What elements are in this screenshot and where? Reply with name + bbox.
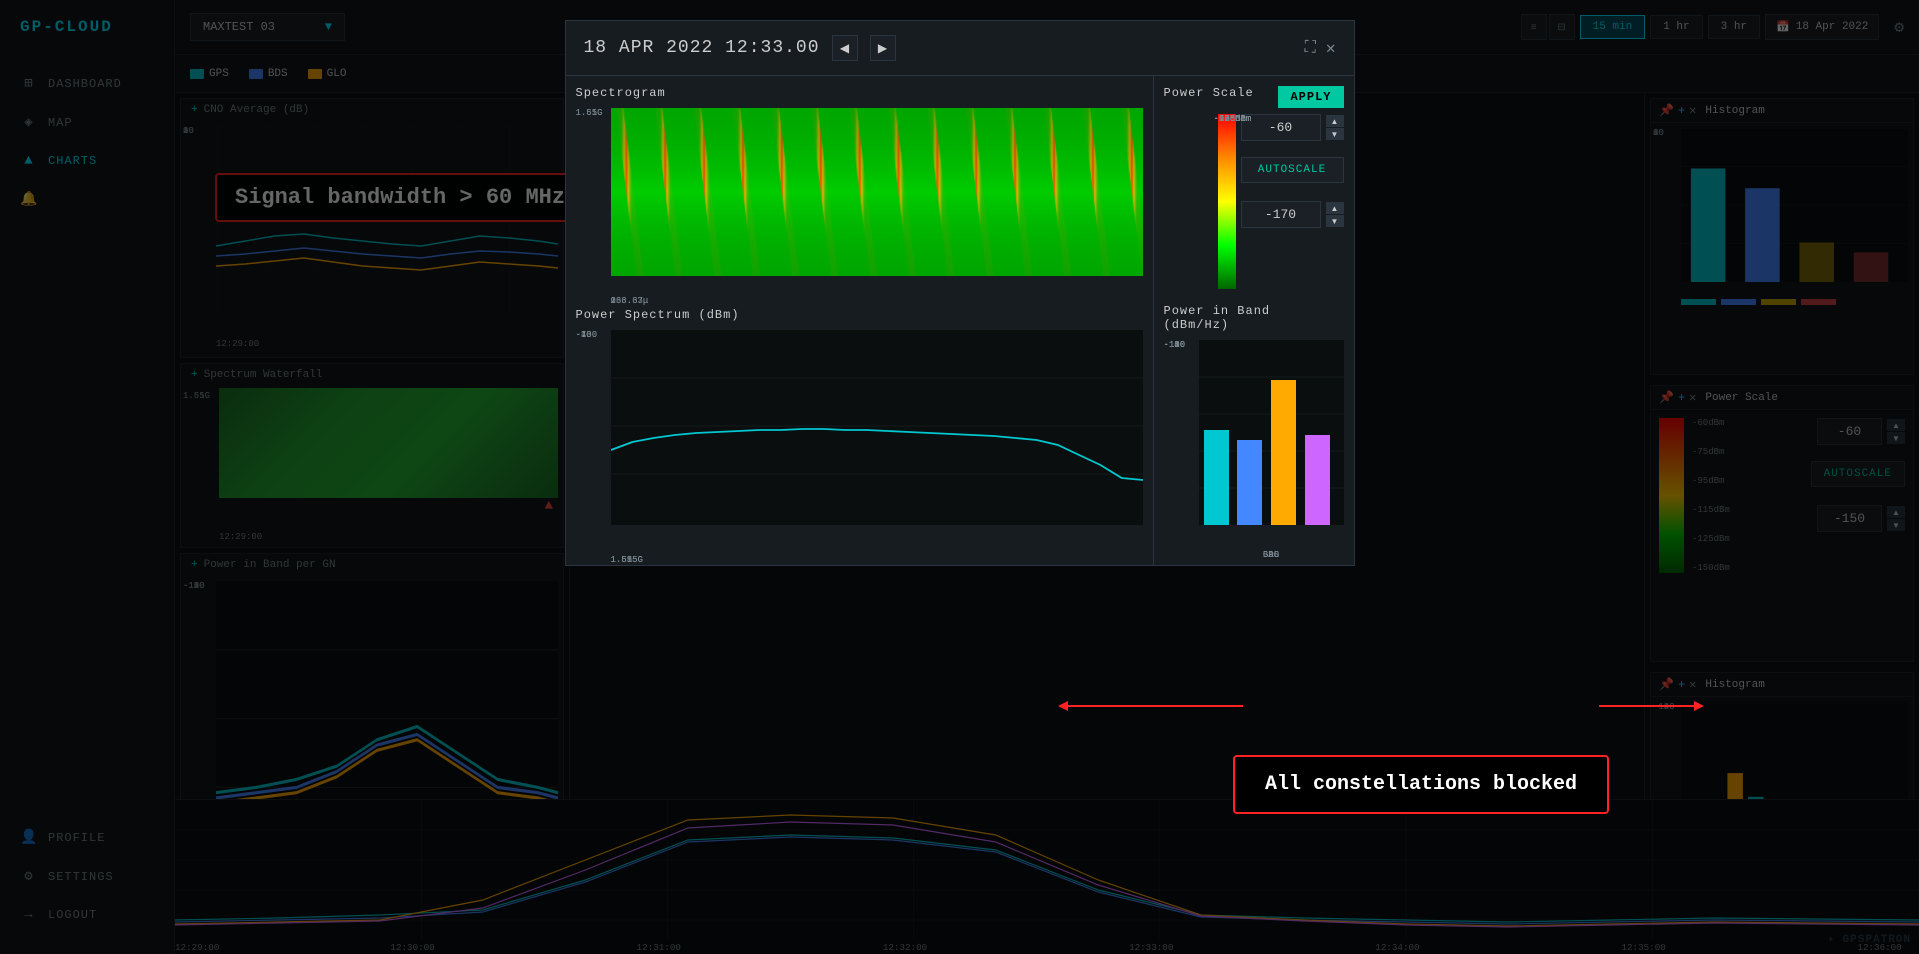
constellations-annotation: All constellations blocked — [1233, 755, 1609, 814]
power-in-band-section: Power in Band (dBm/Hz) -100 -110 -120 -1… — [1164, 304, 1344, 550]
modal-prev-btn[interactable]: ◀ — [832, 35, 858, 61]
constellations-box: All constellations blocked — [1233, 755, 1609, 814]
modal-lower-scale-row: ▲ ▼ — [1241, 201, 1344, 228]
pib-y-150: -150 — [1164, 340, 1186, 350]
modal-upper-scale-input[interactable] — [1241, 114, 1321, 141]
power-spectrum-container: -40 -70 -100 -130 — [576, 330, 1143, 555]
modal-header: 18 APR 2022 12:33.00 ◀ ▶ ⛶ ✕ — [566, 21, 1354, 76]
modal-power-scale-title: Power Scale — [1164, 86, 1254, 100]
pib-x-gal: GAL — [1263, 550, 1279, 560]
power-spectrum-chart — [611, 330, 1143, 525]
spectrogram-container: 1.61G 1.55G 0 133.33μ 266.67μ — [576, 108, 1143, 296]
modal-autoscale-btn[interactable]: AUTOSCALE — [1241, 157, 1344, 183]
modal-upper-down-btn[interactable]: ▼ — [1326, 128, 1344, 140]
pib-svg — [1199, 340, 1344, 525]
modal-left: Spectrogram 1.61G 1.55G 0 — [566, 76, 1154, 565]
modal: 18 APR 2022 12:33.00 ◀ ▶ ⛶ ✕ Spectrogram… — [565, 20, 1355, 566]
spec-x-end: 266.67μ — [611, 296, 649, 306]
scale-170: -170dBm — [1214, 114, 1252, 124]
ps-x-615: 1.615G — [611, 555, 643, 565]
power-spectrum-title: Power Spectrum (dBm) — [576, 308, 1143, 322]
modal-body: Spectrogram 1.61G 1.55G 0 — [566, 76, 1354, 565]
modal-header-right: ⛶ ✕ — [1305, 38, 1336, 58]
power-in-band-chart — [1199, 340, 1344, 525]
modal-next-btn[interactable]: ▶ — [870, 35, 896, 61]
ps-y-130: -130 — [576, 330, 598, 340]
spectrogram-section: Spectrogram 1.61G 1.55G 0 — [576, 86, 1143, 296]
power-spectrum-section: Power Spectrum (dBm) -40 -70 -100 -130 — [576, 308, 1143, 555]
modal-color-scale — [1218, 114, 1236, 289]
modal-lower-scale-input[interactable] — [1241, 201, 1321, 228]
modal-timestamp: 18 APR 2022 12:33.00 — [584, 38, 820, 58]
spectrogram-display — [611, 108, 1143, 276]
modal-fullscreen-icon[interactable]: ⛶ — [1305, 39, 1316, 57]
power-in-band-title: Power in Band (dBm/Hz) — [1164, 304, 1344, 332]
modal-lower-down-btn[interactable]: ▼ — [1326, 215, 1344, 227]
apply-btn[interactable]: APPLY — [1278, 86, 1343, 108]
power-in-band-container: -100 -110 -120 -130 -140 -150 — [1164, 340, 1344, 550]
modal-close-icon[interactable]: ✕ — [1326, 38, 1336, 58]
modal-upper-scale-row: ▲ ▼ — [1241, 114, 1344, 141]
modal-lower-up-btn[interactable]: ▲ — [1326, 202, 1344, 214]
modal-right: Power Scale APPLY -60dBm -75dBm -95dBm -… — [1154, 76, 1354, 565]
modal-upper-up-btn[interactable]: ▲ — [1326, 115, 1344, 127]
modal-power-scale: Power Scale APPLY -60dBm -75dBm -95dBm -… — [1164, 86, 1344, 289]
spec-y-bot: 1.55G — [576, 108, 603, 118]
modal-overlay: 18 APR 2022 12:33.00 ◀ ▶ ⛶ ✕ Spectrogram… — [0, 0, 1919, 954]
spectrogram-title: Spectrogram — [576, 86, 1143, 100]
